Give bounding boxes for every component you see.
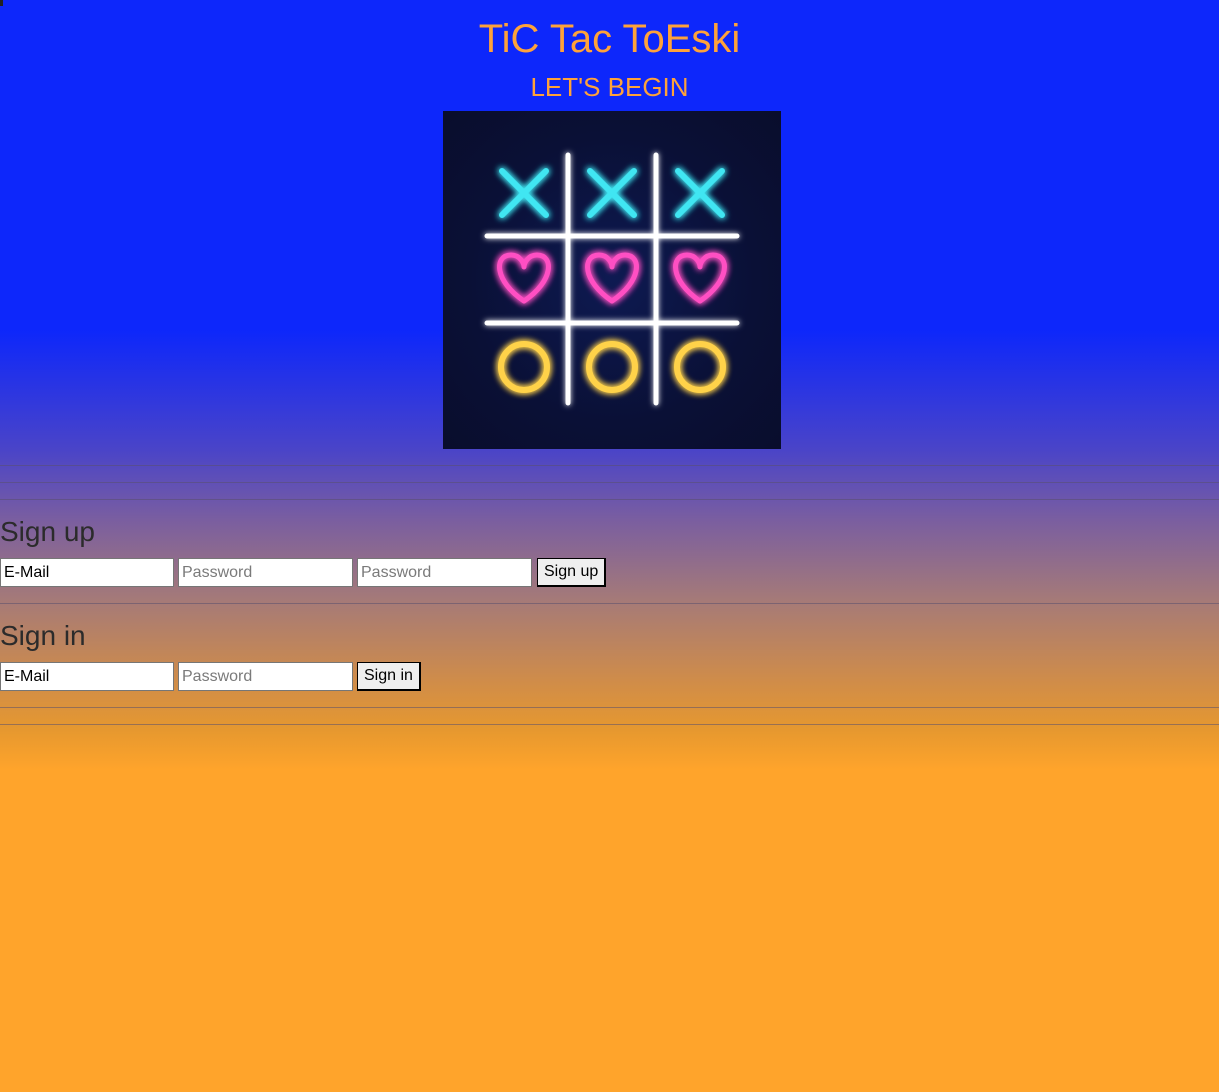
o-icon	[498, 341, 550, 393]
tic-tac-toe-neon-image	[443, 111, 781, 449]
heart-icon	[673, 252, 727, 304]
signin-heading: Sign in	[0, 620, 86, 651]
signup-heading: Sign up	[0, 516, 95, 547]
signin-email-field[interactable]	[0, 662, 174, 691]
o-icon	[674, 341, 726, 393]
signup-button[interactable]: Sign up	[537, 558, 607, 587]
o-icon	[586, 341, 638, 393]
page-subtitle: LET'S BEGIN	[530, 72, 689, 102]
corner-mark	[0, 0, 3, 6]
divider	[0, 482, 1219, 483]
heart-row	[497, 252, 727, 304]
signin-button[interactable]: Sign in	[357, 662, 421, 691]
x-icon	[587, 168, 637, 218]
divider	[0, 465, 1219, 466]
divider	[0, 603, 1219, 604]
signup-email-field[interactable]	[0, 558, 174, 587]
x-icon	[499, 168, 549, 218]
heart-icon	[585, 252, 639, 304]
page-title: TiC Tac ToEski	[478, 17, 741, 61]
signin-password-field[interactable]	[178, 662, 353, 691]
neon-board-graphic	[484, 152, 740, 406]
divider	[0, 724, 1219, 725]
heart-icon	[497, 252, 551, 304]
o-row	[498, 341, 726, 393]
signup-password-field[interactable]	[178, 558, 353, 587]
divider	[0, 707, 1219, 708]
x-row	[499, 168, 725, 218]
signup-confirm-password-field[interactable]	[357, 558, 532, 587]
x-icon	[675, 168, 725, 218]
divider	[0, 499, 1219, 500]
